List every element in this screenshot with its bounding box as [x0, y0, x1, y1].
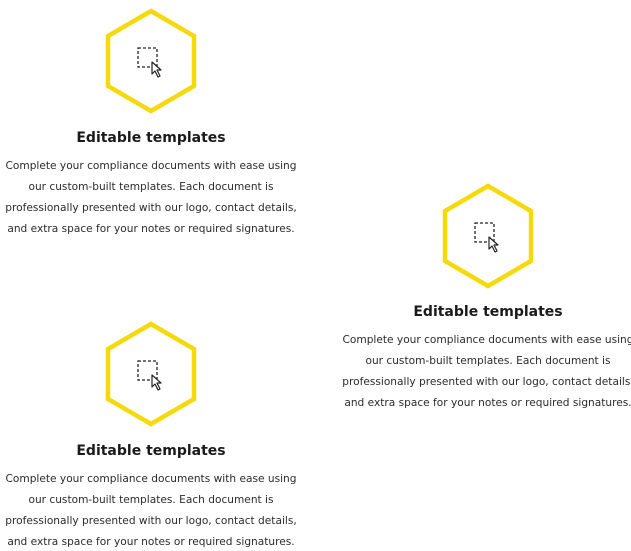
feature-title: Editable templates [76, 443, 226, 459]
feature-title: Editable templates [413, 304, 563, 320]
hexagon-badge [105, 321, 197, 427]
feature-title: Editable templates [76, 130, 226, 146]
features-section: Editable templates Complete your complia… [0, 0, 631, 551]
edit-selection-icon [474, 222, 499, 253]
feature-description: Complete your compliance documents with … [5, 160, 297, 235]
edit-selection-icon [137, 360, 162, 391]
hexagon-badge [442, 183, 534, 289]
edit-selection-icon [137, 47, 162, 78]
feature-card-1: Editable templates Complete your complia… [1, 8, 301, 240]
feature-card-2: Editable templates Complete your complia… [338, 183, 631, 414]
feature-description: Complete your compliance documents with … [342, 334, 631, 409]
feature-description: Complete your compliance documents with … [5, 473, 297, 548]
feature-card-3: Editable templates Complete your complia… [1, 321, 301, 551]
hexagon-badge [105, 8, 197, 114]
